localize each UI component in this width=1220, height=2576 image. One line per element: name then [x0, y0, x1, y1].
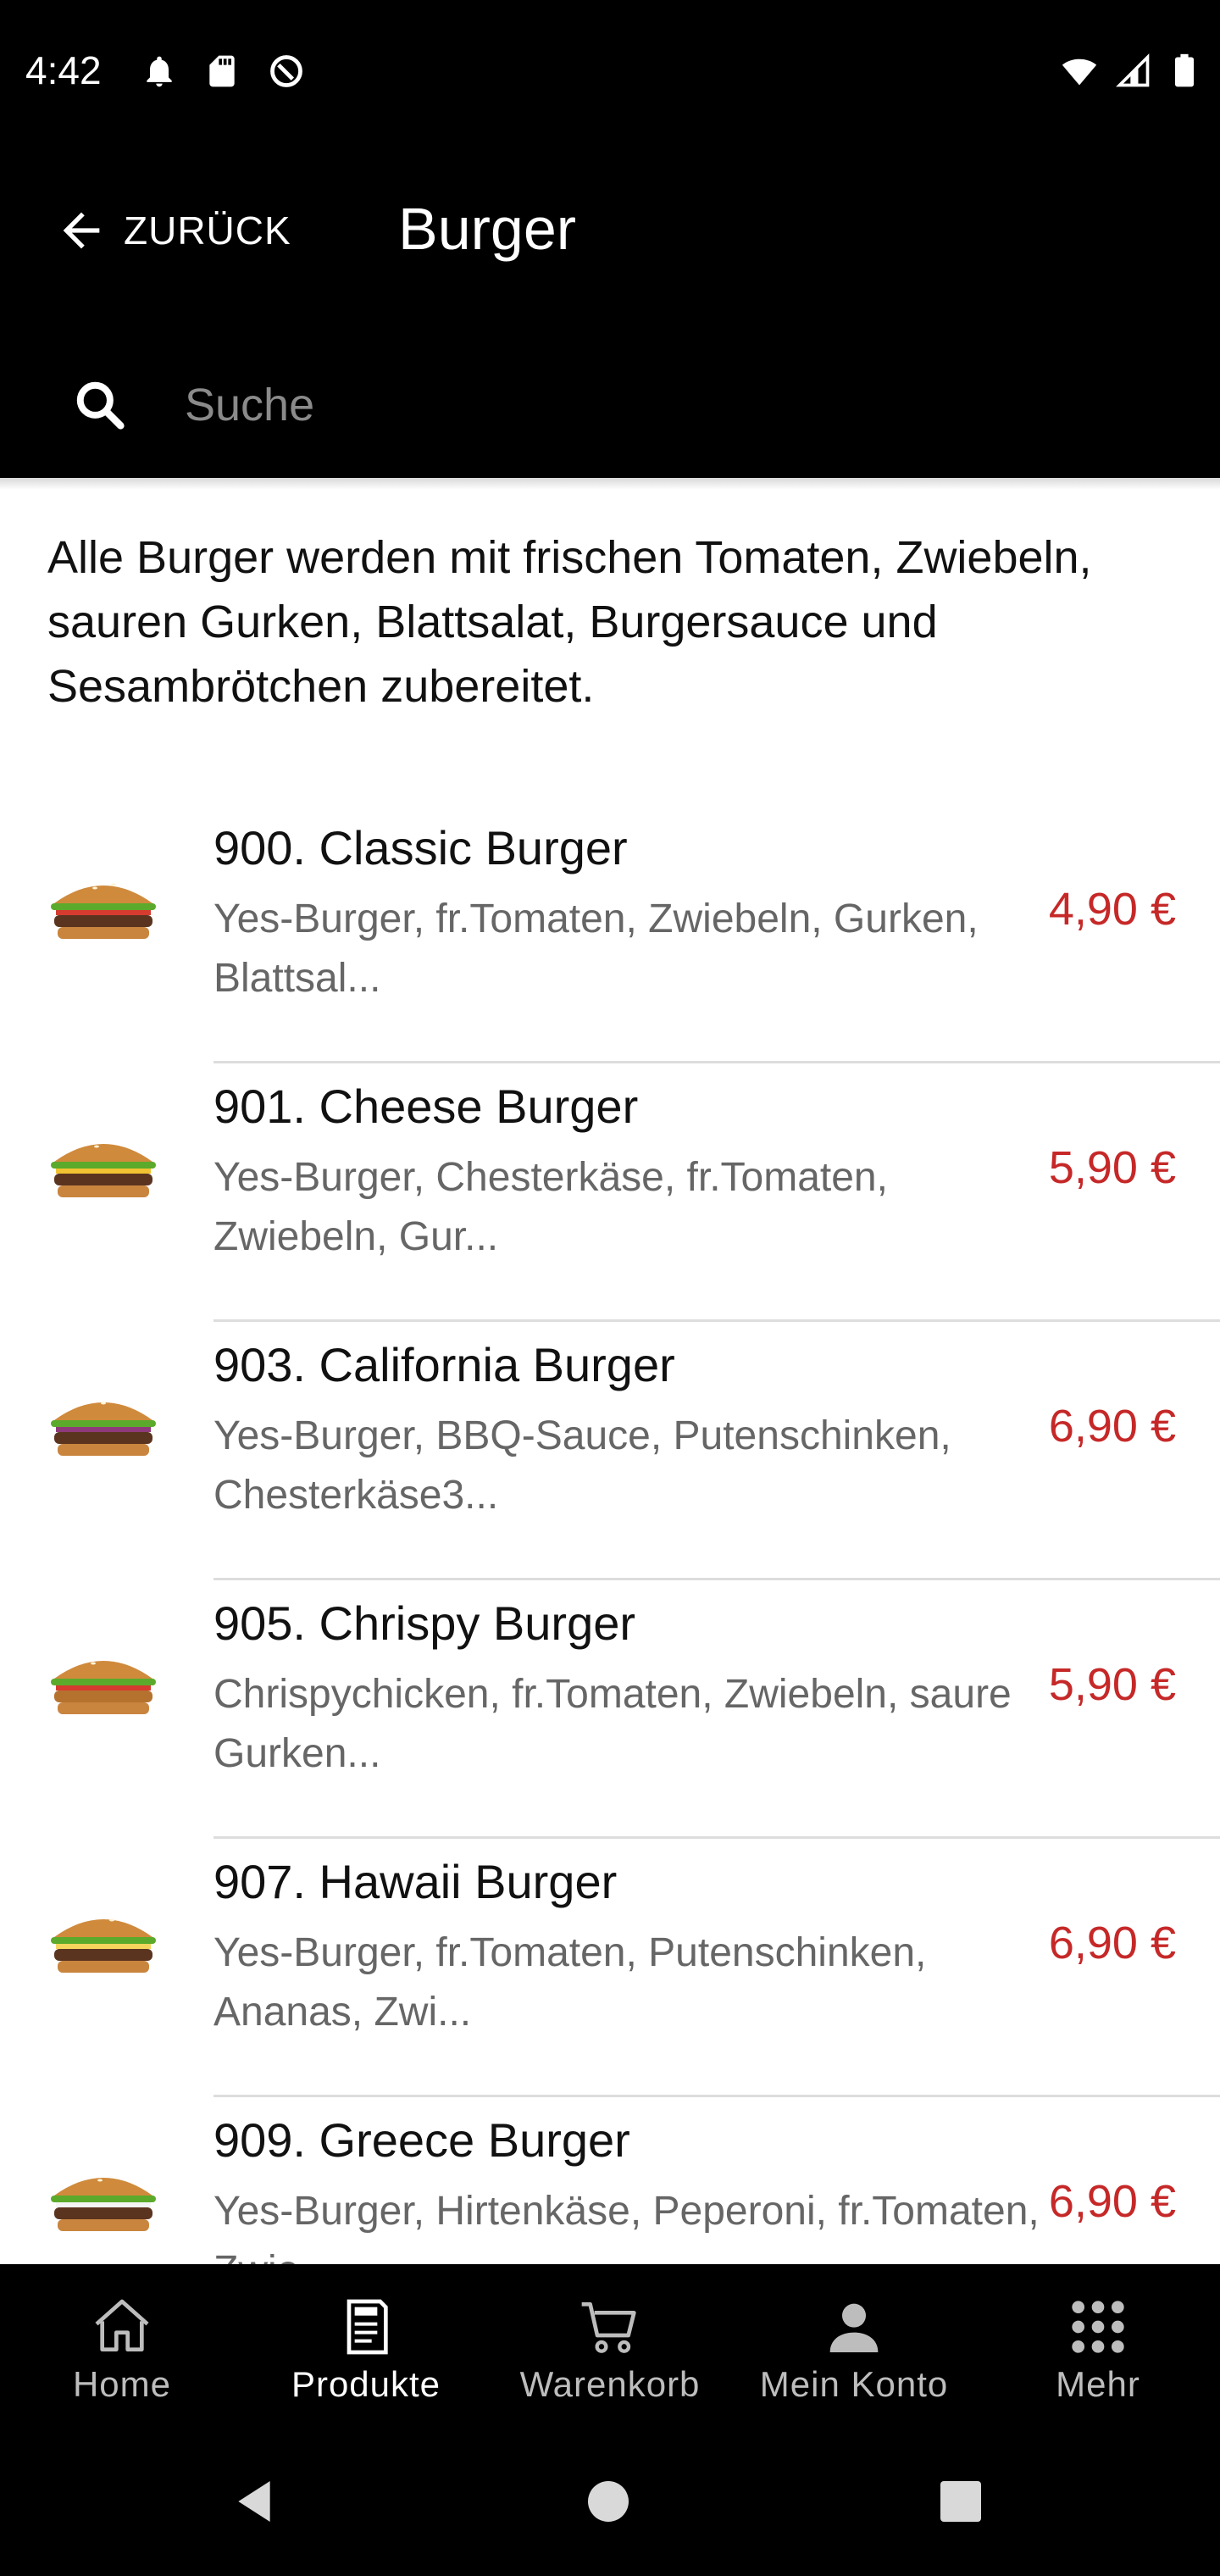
status-time: 4:42 [25, 48, 102, 92]
system-recents-icon[interactable] [934, 2474, 988, 2529]
product-item[interactable]: 905. Chrispy Burger Chrispychicken, fr.T… [0, 1580, 1220, 1839]
category-description: Alle Burger werden mit frischen Tomaten,… [47, 532, 1092, 712]
product-description: Yes-Burger, Chesterkäse, fr.Tomaten, Zwi… [214, 1155, 888, 1259]
back-label: ZURÜCK [124, 208, 291, 253]
data-saver-icon [270, 55, 302, 87]
status-bar: 4:42 [0, 0, 1220, 146]
product-description: Yes-Burger, Hirtenkäse, Peperoni, fr.Tom… [214, 2189, 1040, 2264]
battery-icon [1175, 53, 1194, 87]
system-home-icon[interactable] [581, 2474, 635, 2529]
product-description: Chrispychicken, fr.Tomaten, Zwiebeln, sa… [214, 1672, 1012, 1776]
product-item[interactable]: 901. Cheese Burger Yes-Burger, Chesterkä… [0, 1063, 1220, 1322]
search-input[interactable] [183, 366, 1118, 444]
nav-mein-konto[interactable]: Mein Konto [732, 2264, 976, 2423]
product-price: 5,90 € [1048, 1142, 1176, 1193]
bottom-navigation: Home Produkte Warenkorb Mein Konto Mehr [0, 2264, 1220, 2423]
search-icon [76, 381, 125, 430]
app-bar: ZURÜCK Burger [0, 146, 1220, 332]
nav-label: Home [72, 2364, 172, 2404]
wifi-icon [1062, 58, 1097, 86]
product-price: 6,90 € [1048, 1918, 1176, 1968]
product-description: Yes-Burger, BBQ-Sauce, Putenschinken, Ch… [214, 1413, 951, 1518]
burger-image [51, 1144, 156, 1197]
product-price: 6,90 € [1048, 2176, 1176, 2227]
system-navigation-bar [0, 2423, 1220, 2576]
back-button[interactable]: ZURÜCK [54, 197, 291, 264]
product-item[interactable]: 903. California Burger Yes-Burger, BBQ-S… [0, 1322, 1220, 1580]
product-item[interactable]: 900. Classic Burger Yes-Burger, fr.Tomat… [0, 805, 1220, 1063]
nav-mehr[interactable]: Mehr [976, 2264, 1220, 2423]
product-price: 6,90 € [1048, 1401, 1176, 1452]
product-price: 5,90 € [1048, 1659, 1176, 1710]
sd-card-icon [209, 55, 235, 87]
product-item[interactable]: 907. Hawaii Burger Yes-Burger, fr.Tomate… [0, 1839, 1220, 2097]
product-description: Yes-Burger, fr.Tomaten, Zwiebeln, Gurken… [214, 897, 979, 1001]
product-name: 909. Greece Burger [214, 2113, 630, 2167]
product-name: 905. Chrispy Burger [214, 1596, 636, 1650]
arrow-back-icon [63, 212, 100, 249]
burger-image [51, 2178, 156, 2231]
burger-image [51, 1918, 156, 1973]
product-description: Yes-Burger, fr.Tomaten, Putenschinken, A… [214, 1930, 927, 2035]
product-name: 907. Hawaii Burger [214, 1855, 618, 1908]
nav-label: Mehr [1056, 2364, 1140, 2404]
burger-image [51, 883, 156, 939]
product-name: 903. California Burger [214, 1338, 675, 1391]
product-price: 4,90 € [1048, 884, 1176, 935]
nav-label: Produkte [291, 2364, 441, 2404]
nav-label: Warenkorb [519, 2364, 701, 2404]
menu-icon [347, 2299, 388, 2355]
header-shadow [0, 478, 1220, 490]
product-item[interactable]: 909. Greece Burger Yes-Burger, Hirtenkäs… [0, 2097, 1220, 2264]
page-title: Burger [398, 196, 577, 262]
product-name: 900. Classic Burger [214, 821, 628, 874]
product-name: 901. Cheese Burger [214, 1080, 639, 1133]
cell-signal-icon [1116, 53, 1150, 87]
product-list[interactable]: 900. Classic Burger Yes-Burger, fr.Tomat… [0, 805, 1220, 2264]
search-bar [0, 332, 1220, 478]
grid-icon [1072, 2301, 1124, 2353]
cart-icon [581, 2302, 636, 2353]
home-icon [95, 2299, 149, 2351]
burger-image [51, 1661, 156, 1714]
nav-warenkorb[interactable]: Warenkorb [488, 2264, 732, 2423]
nav-produkte[interactable]: Produkte [244, 2264, 488, 2423]
nav-label: Mein Konto [759, 2364, 949, 2404]
system-back-icon[interactable] [227, 2474, 281, 2529]
person-icon [829, 2303, 879, 2352]
nav-home[interactable]: Home [0, 2264, 244, 2423]
burger-image [51, 1402, 156, 1456]
notification-bell-icon [147, 56, 172, 87]
